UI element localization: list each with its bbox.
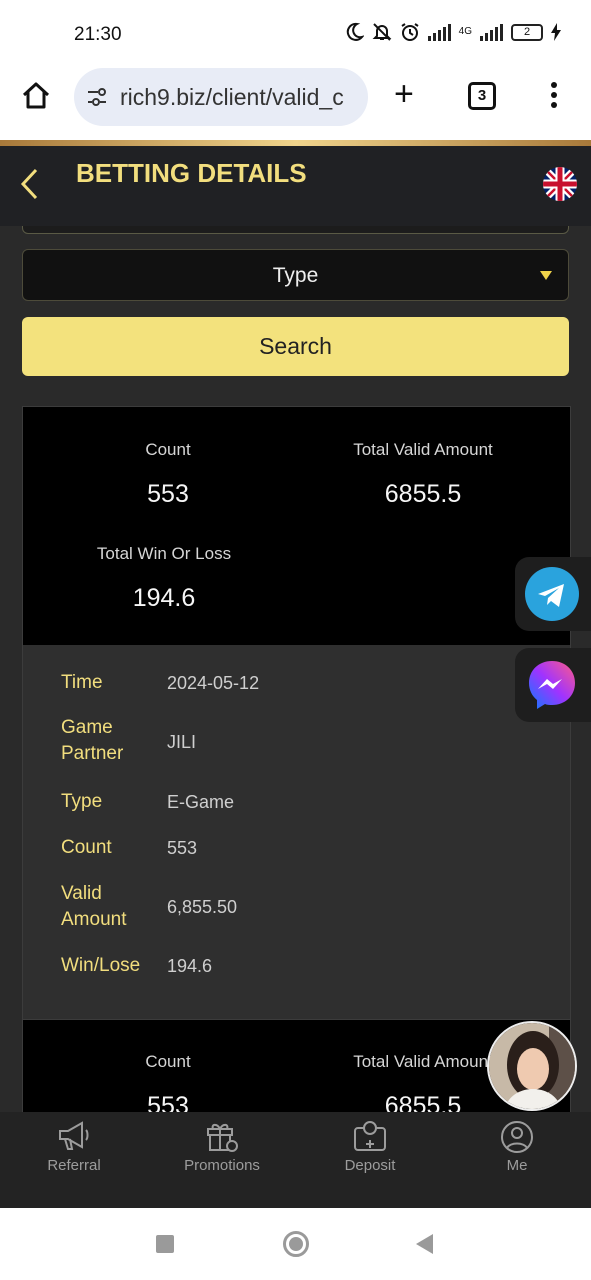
alarm-icon [401, 23, 419, 41]
count-value: 553 [147, 1092, 189, 1112]
detail-value: 553 [167, 838, 198, 858]
detail-value: JILI [167, 732, 197, 752]
tab-switcher-button[interactable]: 3 [468, 82, 496, 110]
nav-me[interactable]: Me [457, 1112, 577, 1208]
status-icons: 4G 2 [344, 22, 561, 42]
deposit-icon [354, 1121, 386, 1151]
user-icon [501, 1121, 533, 1153]
total-valid-amount-label: Total Valid Amount [353, 440, 493, 459]
type-select[interactable]: Type [22, 249, 569, 301]
messenger-float-button[interactable] [515, 648, 591, 722]
address-bar[interactable]: rich9.biz/client/valid_c [74, 68, 368, 126]
signal-icon [427, 23, 451, 41]
messenger-icon [529, 661, 575, 709]
nav-label: Deposit [344, 1157, 396, 1174]
count-value: 553 [147, 480, 189, 508]
detail-label: Type [61, 791, 103, 812]
megaphone-icon [59, 1121, 89, 1150]
recent-apps-button[interactable] [156, 1235, 174, 1253]
gift-icon [207, 1123, 238, 1152]
system-navigation-bar [0, 1208, 591, 1280]
back-icon[interactable] [18, 166, 42, 202]
bottom-navigation: Referral Promotions Deposit Me [0, 1112, 591, 1208]
detail-label: Valid Amount [61, 883, 127, 930]
details-panel: Time 2024-05-12 Game Partner JILI Type E… [23, 645, 570, 1019]
nav-label: Me [506, 1157, 528, 1174]
nav-deposit[interactable]: Deposit [310, 1112, 430, 1208]
site-settings-icon[interactable] [86, 86, 108, 108]
battery-level: 2 [523, 25, 531, 38]
bell-off-icon [372, 23, 392, 41]
count-label: Count [145, 1052, 191, 1071]
nav-promotions[interactable]: Promotions [162, 1112, 282, 1208]
home-button[interactable] [283, 1231, 309, 1257]
total-win-loss-label: Total Win Or Loss [96, 544, 232, 563]
nav-label: Referral [47, 1157, 101, 1174]
uk-flag-icon[interactable] [543, 167, 577, 201]
total-win-loss-value: 194.6 [132, 584, 196, 612]
nav-label: Promotions [184, 1157, 260, 1174]
detail-value: 6,855.50 [167, 897, 238, 917]
count-label: Count [145, 440, 191, 459]
detail-label: Time [61, 672, 103, 693]
charging-icon [551, 23, 561, 41]
telegram-float-button[interactable] [515, 557, 591, 631]
battery-icon: 2 [511, 23, 543, 41]
browser-menu-icon[interactable] [550, 82, 558, 112]
app-header: BETTING DETAILS [0, 146, 591, 226]
home-icon[interactable] [20, 80, 52, 112]
betting-details-content: Type Search Count 553 Total Valid Amount… [0, 226, 591, 1112]
url-text: rich9.biz/client/valid_c [120, 84, 344, 110]
page-title: BETTING DETAILS [76, 158, 307, 188]
detail-label: Game Partner [61, 717, 124, 764]
detail-label: Count [61, 837, 112, 858]
type-select-label: Type [272, 264, 319, 287]
signal-icon-2 [480, 23, 503, 41]
browser-toolbar: rich9.biz/client/valid_c + 3 [0, 66, 591, 140]
nav-referral[interactable]: Referral [14, 1112, 134, 1208]
detail-value: E-Game [167, 792, 235, 812]
avatar-portrait-icon [489, 1023, 575, 1109]
telegram-icon [525, 567, 579, 621]
network-label: 4G [458, 26, 472, 37]
status-bar: 21:30 4G 2 [0, 0, 591, 66]
support-avatar[interactable] [487, 1021, 577, 1111]
total-valid-amount-value: 6855.5 [384, 480, 462, 508]
back-button[interactable] [416, 1234, 433, 1254]
summary-panel: Count 553 Total Valid Amount 6855.5 Tota… [23, 407, 570, 645]
detail-value: 194.6 [167, 956, 213, 976]
detail-label: Win/Lose [61, 955, 141, 976]
status-time: 21:30 [74, 24, 122, 45]
date-filter-field[interactable] [22, 226, 569, 234]
detail-value: 2024-05-12 [167, 673, 260, 693]
new-tab-button[interactable]: + [394, 77, 414, 111]
dropdown-caret-icon [540, 271, 552, 280]
moon-icon [346, 22, 364, 41]
search-button[interactable]: Search [22, 317, 569, 376]
betting-record-card: Count 553 Total Valid Amount 6855.5 Tota… [22, 406, 571, 1020]
